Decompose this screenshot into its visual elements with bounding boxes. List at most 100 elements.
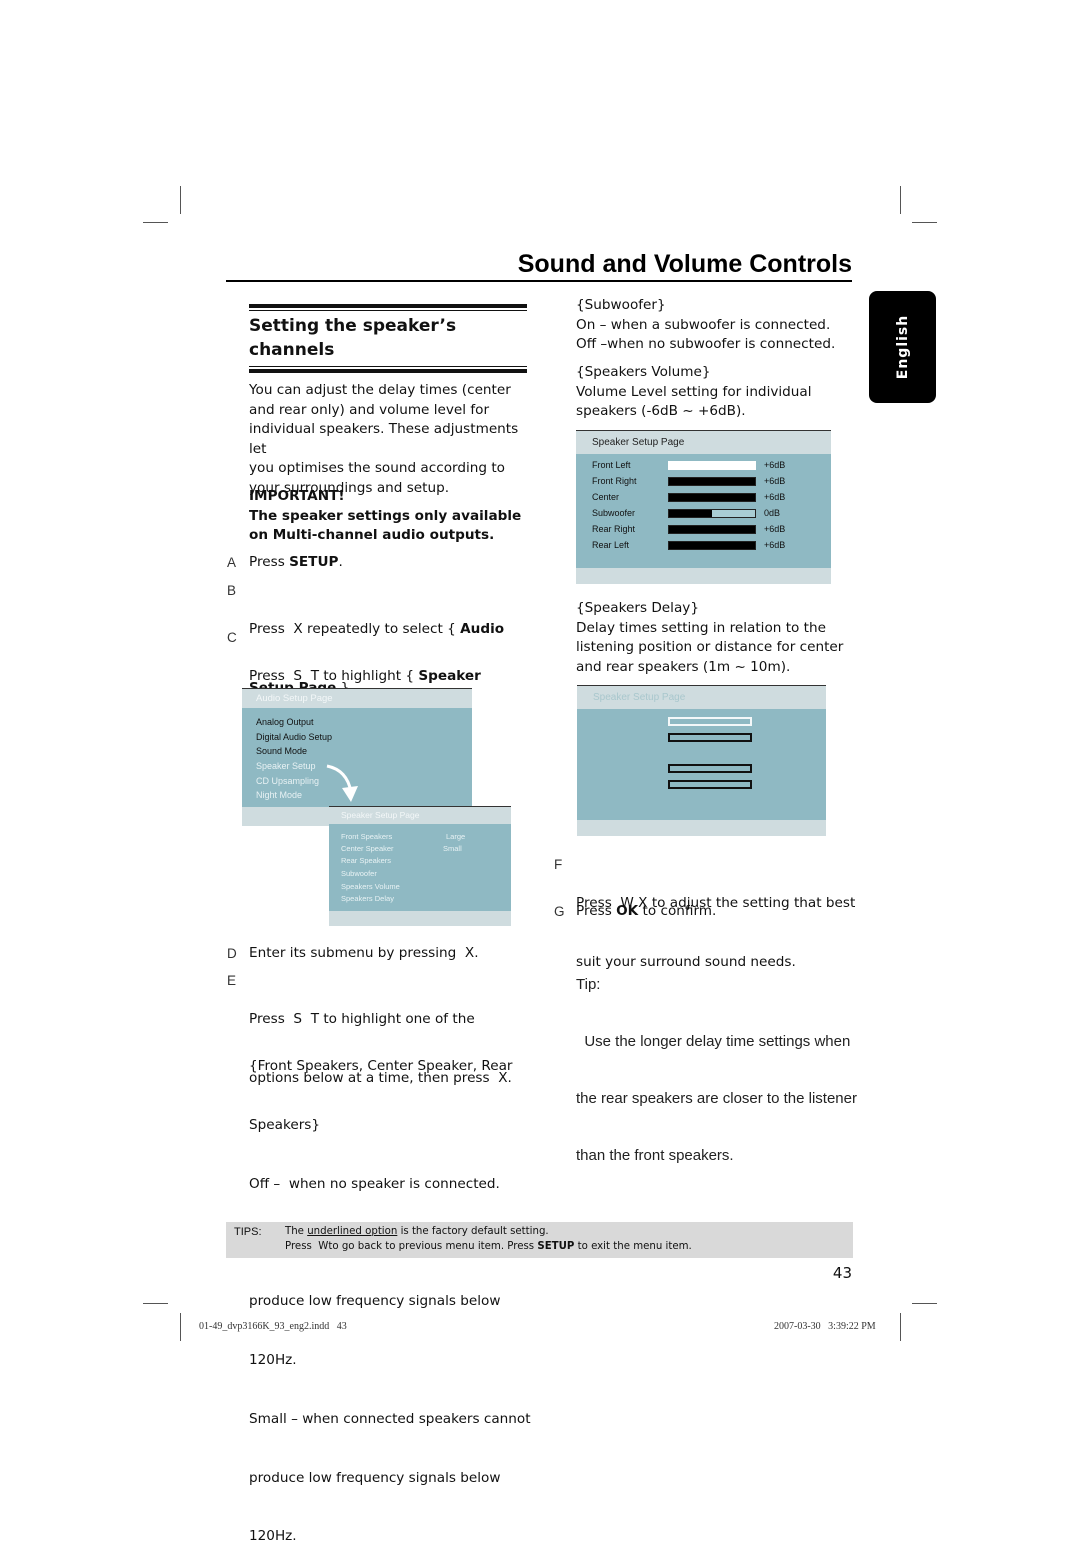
text: . — [338, 554, 343, 570]
menu-title: Speaker Setup Page — [341, 810, 420, 820]
text: to exit the menu item. — [574, 1241, 692, 1252]
menu-item-selected[interactable]: Speaker Setup — [256, 761, 316, 771]
text-line: Speakers} — [249, 1116, 321, 1133]
menu-footer — [577, 820, 826, 836]
menu-item[interactable]: Analog Output — [256, 717, 314, 727]
step-a: Press SETUP. — [249, 553, 343, 573]
text-line: Delay times setting in relation to the — [576, 619, 826, 636]
tips-line: Press Wto go back to previous menu item.… — [285, 1241, 692, 1252]
speakers-volume-menu: Speaker Setup Page Front Left +6dB Front R… — [576, 430, 831, 584]
crop-mark — [143, 1303, 168, 1304]
menu-item[interactable]: Speakers Delay — [341, 894, 394, 903]
volume-level-bar[interactable] — [668, 541, 756, 550]
language-tab: English — [869, 291, 936, 403]
menu-option[interactable]: Large — [446, 832, 465, 841]
text: Press — [249, 554, 290, 570]
text: The — [285, 1226, 308, 1237]
volume-level-bar[interactable] — [668, 509, 756, 518]
text: is the factory default setting. — [397, 1226, 549, 1237]
text-line: Off –when no subwoofer is connected. — [576, 336, 836, 353]
menu-title: Speaker Setup Page — [593, 692, 686, 703]
step-d: Enter its submenu by pressing X. — [249, 945, 479, 961]
speakers-volume-description: {Speakers Volume} Volume Level setting f… — [576, 363, 856, 422]
section-title-line: Setting the speaker’s — [249, 316, 457, 336]
text-line: produce low frequency signals below — [249, 1469, 501, 1486]
tips-label: TIPS: — [234, 1226, 262, 1238]
channel-value: +6dB — [764, 540, 786, 550]
delay-slider[interactable] — [668, 733, 752, 742]
text: Press — [576, 903, 617, 919]
menu-header: Audio Setup Page — [242, 688, 472, 708]
delay-slider[interactable] — [668, 764, 752, 773]
tip-label: Tip: — [576, 976, 601, 993]
section-rule — [249, 366, 527, 367]
section-title-line: channels — [249, 340, 335, 360]
speakers-delay-menu: Speaker Setup Page — [577, 685, 826, 836]
step-letter: F — [554, 857, 563, 872]
menu-item[interactable]: Digital Audio Setup — [256, 732, 332, 742]
channel-value: +6dB — [764, 476, 786, 486]
text-line: On – when a subwoofer is connected. — [576, 316, 831, 333]
text-line: {Front Speakers, Center Speaker, Rear — [249, 1058, 513, 1075]
volume-level-remaining — [712, 510, 755, 517]
menu-item[interactable]: Speakers Volume — [341, 882, 400, 891]
menu-footer — [576, 568, 831, 584]
text-line: you optimises the sound according to — [249, 460, 505, 477]
speaker-options: {Front Speakers, Center Speaker, Rear Sp… — [249, 1018, 539, 1567]
menu-header: Speaker Setup Page — [329, 806, 511, 824]
volume-level-bar[interactable] — [668, 477, 756, 486]
menu-header: Speaker Setup Page — [577, 685, 826, 709]
step-letter: B — [227, 583, 237, 598]
text-line: individual speakers. These adjustments l… — [249, 421, 519, 457]
channel-value: +6dB — [764, 524, 786, 534]
menu-footer — [329, 911, 511, 926]
text: to confirm. — [638, 903, 717, 919]
crop-mark — [912, 222, 937, 223]
tip-block: Tip: Use the longer delay time settings … — [576, 937, 896, 1184]
text-line: 120Hz. — [249, 1352, 297, 1369]
crop-mark — [143, 222, 168, 223]
footer-filename: 01-49_dvp3166K_93_eng2.indd 43 — [199, 1321, 347, 1332]
key-name: SETUP — [289, 554, 339, 570]
important-note: IMPORTANT! The speaker settings only ava… — [249, 487, 539, 546]
text-line: and rear only) and volume level for — [249, 401, 490, 418]
speaker-setup-menu: Speaker Setup Page Front Speakers Center… — [329, 806, 511, 926]
channel-value: 0dB — [764, 508, 781, 518]
menu-option[interactable]: Small — [443, 844, 462, 853]
volume-level-bar[interactable] — [668, 493, 756, 502]
arrow-down-icon — [326, 764, 358, 802]
channel-name: Front Right — [592, 476, 637, 486]
menu-item[interactable]: Front Speakers — [341, 832, 392, 841]
text-line: and rear speakers (1m ~ 10m). — [576, 658, 791, 675]
volume-level-bar[interactable] — [668, 525, 756, 534]
text-line: The speaker settings only available — [249, 507, 522, 524]
channel-name: Center — [592, 492, 620, 502]
delay-slider[interactable] — [668, 780, 752, 789]
text: Press S T to highlight { — [249, 668, 419, 685]
language-label: English — [894, 314, 911, 380]
menu-item[interactable]: Night Mode — [256, 790, 302, 800]
menu-item[interactable]: Subwoofer — [341, 869, 377, 878]
text-line: Use the longer delay time settings when — [576, 1033, 851, 1050]
crop-mark — [900, 186, 901, 214]
text-line: speakers (-6dB ~ +6dB). — [576, 403, 746, 420]
text-line: than the front speakers. — [576, 1147, 734, 1164]
delay-slider-highlighted[interactable] — [668, 717, 752, 726]
menu-item[interactable]: Center Speaker — [341, 844, 394, 853]
channel-name: Rear Left — [592, 540, 630, 550]
footer-timestamp: 2007-03-30 3:39:22 PM — [774, 1321, 876, 1332]
step-letter: D — [227, 946, 237, 961]
text: Press Wto go back to previous menu item.… — [285, 1241, 538, 1252]
channel-name: Front Left — [592, 460, 631, 470]
volume-level-bar[interactable] — [668, 461, 756, 470]
option-heading: {Speakers Delay} — [576, 600, 699, 616]
menu-item[interactable]: Rear Speakers — [341, 856, 391, 865]
crop-mark — [912, 1303, 937, 1304]
section-title: Setting the speaker’s channels — [249, 314, 529, 362]
menu-item[interactable]: Sound Mode — [256, 746, 307, 756]
tips-line: The underlined option is the factory def… — [285, 1226, 549, 1237]
text-line: produce low frequency signals below — [249, 1293, 501, 1310]
section-rule — [249, 369, 527, 373]
channel-value: +6dB — [764, 460, 786, 470]
menu-item[interactable]: CD Upsampling — [256, 776, 319, 786]
